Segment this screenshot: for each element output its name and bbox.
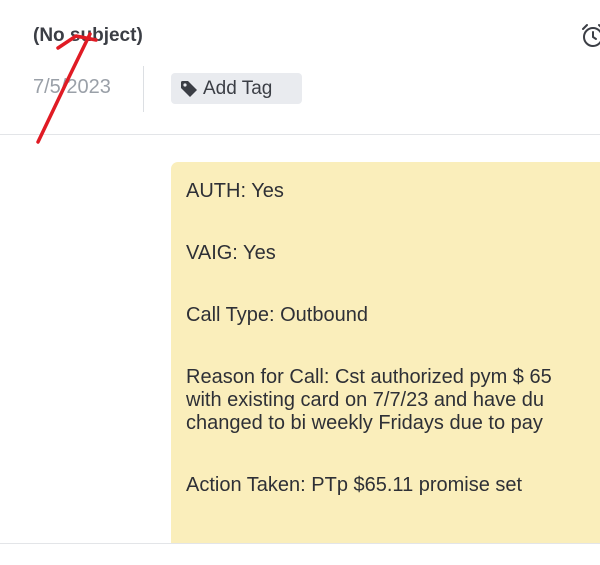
note-subject[interactable]: (No subject) <box>33 25 143 47</box>
note-header: (No subject) 7/5/2023 Add Tag <box>0 0 600 135</box>
add-tag-label: Add Tag <box>203 77 273 99</box>
footer-divider <box>0 543 600 544</box>
note-card[interactable]: AUTH: Yes VAIG: Yes Call Type: Outbound … <box>171 162 600 543</box>
note-line-reason-cont-2: changed to bi weekly Fridays due to pay <box>186 412 543 434</box>
note-date: 7/5/2023 <box>33 76 111 98</box>
add-tag-button[interactable]: Add Tag <box>171 73 302 104</box>
header-divider <box>143 66 144 112</box>
note-line-vaig: VAIG: Yes <box>186 242 276 264</box>
note-line-action: Action Taken: PTp $65.11 promise set <box>186 474 523 496</box>
note-content-area: AUTH: Yes VAIG: Yes Call Type: Outbound … <box>0 135 600 543</box>
tag-icon <box>181 80 197 97</box>
alarm-clock-icon[interactable] <box>579 22 600 50</box>
note-line-call-type: Call Type: Outbound <box>186 304 368 326</box>
note-line-reason-cont-1: with existing card on 7/7/23 and have du <box>186 389 545 411</box>
note-detail-view: (No subject) 7/5/2023 Add Tag AUTH: Yes … <box>0 0 600 565</box>
note-line-auth: AUTH: Yes <box>186 180 284 202</box>
note-line-reason: Reason for Call: Cst authorized pym $ 65 <box>186 366 552 388</box>
